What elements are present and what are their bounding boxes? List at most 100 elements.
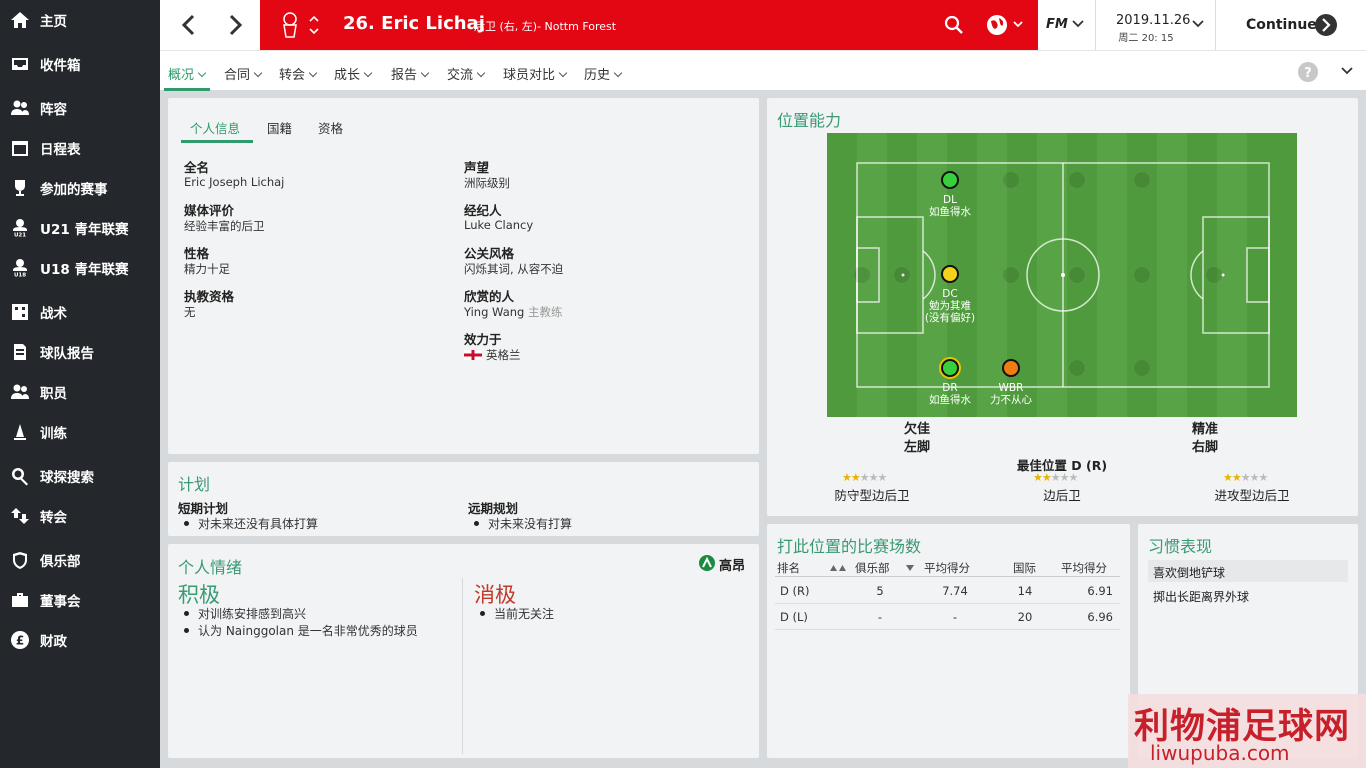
favourite-value: Ying Wang 主教练 xyxy=(464,304,562,320)
left-foot-label: 左脚 xyxy=(903,440,930,455)
sidebar-item-u18[interactable]: U18 U18 青年联赛 xyxy=(0,252,160,284)
board-icon xyxy=(0,590,40,610)
agent-value[interactable]: Luke Clancy xyxy=(464,218,533,232)
chevron-down-icon xyxy=(1072,20,1084,28)
fm-menu-button[interactable]: FM xyxy=(1046,17,1084,32)
traits-title: 习惯表现 xyxy=(1148,537,1213,556)
cell-intl: 20 xyxy=(1017,610,1033,624)
list-item[interactable]: 掷出长距离界外球 xyxy=(1148,584,1348,606)
sidebar-item-staff[interactable]: 职员 xyxy=(0,376,160,408)
sidebar-item-inbox[interactable]: 收件箱 xyxy=(0,48,160,80)
globe-icon[interactable] xyxy=(986,13,1026,37)
list-item[interactable]: 喜欢倒地铲球 xyxy=(1148,560,1348,582)
tab-7[interactable]: 历史 xyxy=(584,64,623,83)
transfer-icon xyxy=(0,506,40,526)
position-slot xyxy=(1068,171,1086,189)
table-header: 排名 俱乐部 平均得分 国际 平均得分 xyxy=(775,559,1120,577)
role-name: 进攻型边后卫 xyxy=(1214,488,1290,503)
tab-6[interactable]: 球员对比 xyxy=(503,64,568,83)
search-icon[interactable] xyxy=(944,15,964,35)
svg-text:?: ? xyxy=(1304,66,1312,81)
col-intl-avg[interactable]: 平均得分 xyxy=(1061,560,1107,576)
play-arrow-icon[interactable] xyxy=(1315,14,1337,36)
sidebar-item-label: 董事会 xyxy=(40,594,81,610)
sort-updown-icon[interactable] xyxy=(308,13,320,37)
sidebar-item-label: 俱乐部 xyxy=(40,554,81,570)
tab-3[interactable]: 成长 xyxy=(334,64,373,83)
favourite-person-link[interactable]: Ying Wang xyxy=(464,305,524,319)
fm-label: FM xyxy=(1046,17,1068,32)
sidebar-item-label: U18 青年联赛 xyxy=(40,262,129,278)
sidebar-item-tactics[interactable]: 战术 xyxy=(0,296,160,328)
favourite-label: 欣赏的人 xyxy=(464,289,515,304)
media-style-label: 公关风格 xyxy=(464,246,515,261)
position-dr-marker[interactable] xyxy=(941,359,959,377)
sidebar-item-label: 收件箱 xyxy=(40,58,81,74)
tab-2[interactable]: 转会 xyxy=(279,64,318,83)
sidebar-item-finance[interactable]: £ 财政 xyxy=(0,624,160,656)
col-international[interactable]: 国际 xyxy=(1013,560,1036,576)
col-rank[interactable]: 排名 xyxy=(777,560,800,576)
top-bar: 26. Eric Lichaj 后卫 (右, 左)- Nottm Forest … xyxy=(160,0,1366,50)
sidebar-item-report[interactable]: 球队报告 xyxy=(0,336,160,368)
chevron-right-icon xyxy=(229,14,243,36)
sub-navigation: ? 概况 合同 转会 成长 报告 交流 球员对比 历史 xyxy=(160,50,1366,91)
table-row[interactable]: D (R) 5 7.74 14 6.91 xyxy=(775,578,1120,604)
sidebar-item-club[interactable]: 俱乐部 xyxy=(0,544,160,576)
position-slot xyxy=(853,266,871,284)
position-dl-code: DL xyxy=(943,194,957,206)
forward-button[interactable] xyxy=(212,0,260,50)
tab-nationality[interactable]: 国籍 xyxy=(267,118,292,137)
sidebar-item-board[interactable]: 董事会 xyxy=(0,584,160,616)
tab-5[interactable]: 交流 xyxy=(447,64,486,83)
fullname-label: 全名 xyxy=(184,160,210,175)
tab-label: 交流 xyxy=(447,68,474,83)
tab-4[interactable]: 报告 xyxy=(391,64,430,83)
sidebar-item-u21[interactable]: U21 U21 青年联赛 xyxy=(0,212,160,244)
negative-item: 当前无关注 xyxy=(479,607,555,621)
col-club-avg[interactable]: 平均得分 xyxy=(924,560,970,576)
tab-eligibility[interactable]: 资格 xyxy=(318,118,343,137)
appearances-panel: 打此位置的比赛场数 排名 俱乐部 平均得分 国际 平均得分 D (R) 5 7.… xyxy=(767,524,1130,758)
game-time: 周二 20: 15 xyxy=(1118,33,1174,44)
sidebar-item-home[interactable]: 主页 xyxy=(0,4,160,36)
tab-0[interactable]: 概况 xyxy=(168,64,207,83)
staff-icon xyxy=(0,382,40,402)
sort-asc-icon[interactable] xyxy=(830,565,846,571)
chevron-down-icon xyxy=(476,68,486,78)
game-date: 2019.11.26 xyxy=(1116,13,1191,28)
position-dl-marker[interactable] xyxy=(941,171,959,189)
continue-button[interactable]: Continue xyxy=(1246,17,1317,33)
trophy-icon xyxy=(0,178,40,198)
active-tab-indicator xyxy=(164,88,210,91)
sidebar-item-trophy[interactable]: 参加的赛事 xyxy=(0,172,160,204)
trait-label: 喜欢倒地铲球 xyxy=(1153,566,1226,580)
sidebar-item-training[interactable]: 训练 xyxy=(0,416,160,448)
sidebar-item-label: 阵容 xyxy=(40,102,67,118)
back-button[interactable] xyxy=(164,0,212,50)
position-dc-marker[interactable] xyxy=(941,265,959,283)
sidebar-item-search[interactable]: 球探搜索 xyxy=(0,460,160,492)
long-term-item: 对未来没有打算 xyxy=(473,517,573,531)
tactics-icon xyxy=(0,302,40,322)
chevron-down-icon[interactable] xyxy=(1341,67,1353,75)
sort-desc-icon[interactable] xyxy=(906,565,914,571)
u21-icon: U21 xyxy=(0,218,40,238)
finance-icon: £ xyxy=(0,630,40,650)
help-icon[interactable]: ? xyxy=(1298,62,1318,82)
position-slot xyxy=(1068,359,1086,377)
plays-for-value[interactable]: 英格兰 xyxy=(486,347,521,363)
sidebar-item-transfer[interactable]: 转会 xyxy=(0,500,160,532)
col-club[interactable]: 俱乐部 xyxy=(855,560,890,576)
tab-personal-info[interactable]: 个人信息 xyxy=(190,118,240,137)
table-row[interactable]: D (L) - - 20 6.96 xyxy=(775,604,1120,630)
player-header-bar: 26. Eric Lichaj 后卫 (右, 左)- Nottm Forest xyxy=(260,0,1038,50)
chevron-down-icon[interactable] xyxy=(1192,20,1204,28)
chevron-down-icon xyxy=(308,68,318,78)
svg-text:U18: U18 xyxy=(14,273,26,279)
sidebar-item-squad[interactable]: 阵容 xyxy=(0,92,160,124)
sidebar-item-calendar[interactable]: 日程表 xyxy=(0,132,160,164)
position-dc-code: DC xyxy=(942,288,958,300)
tab-1[interactable]: 合同 xyxy=(224,64,263,83)
position-wbr-marker[interactable] xyxy=(1002,359,1020,377)
